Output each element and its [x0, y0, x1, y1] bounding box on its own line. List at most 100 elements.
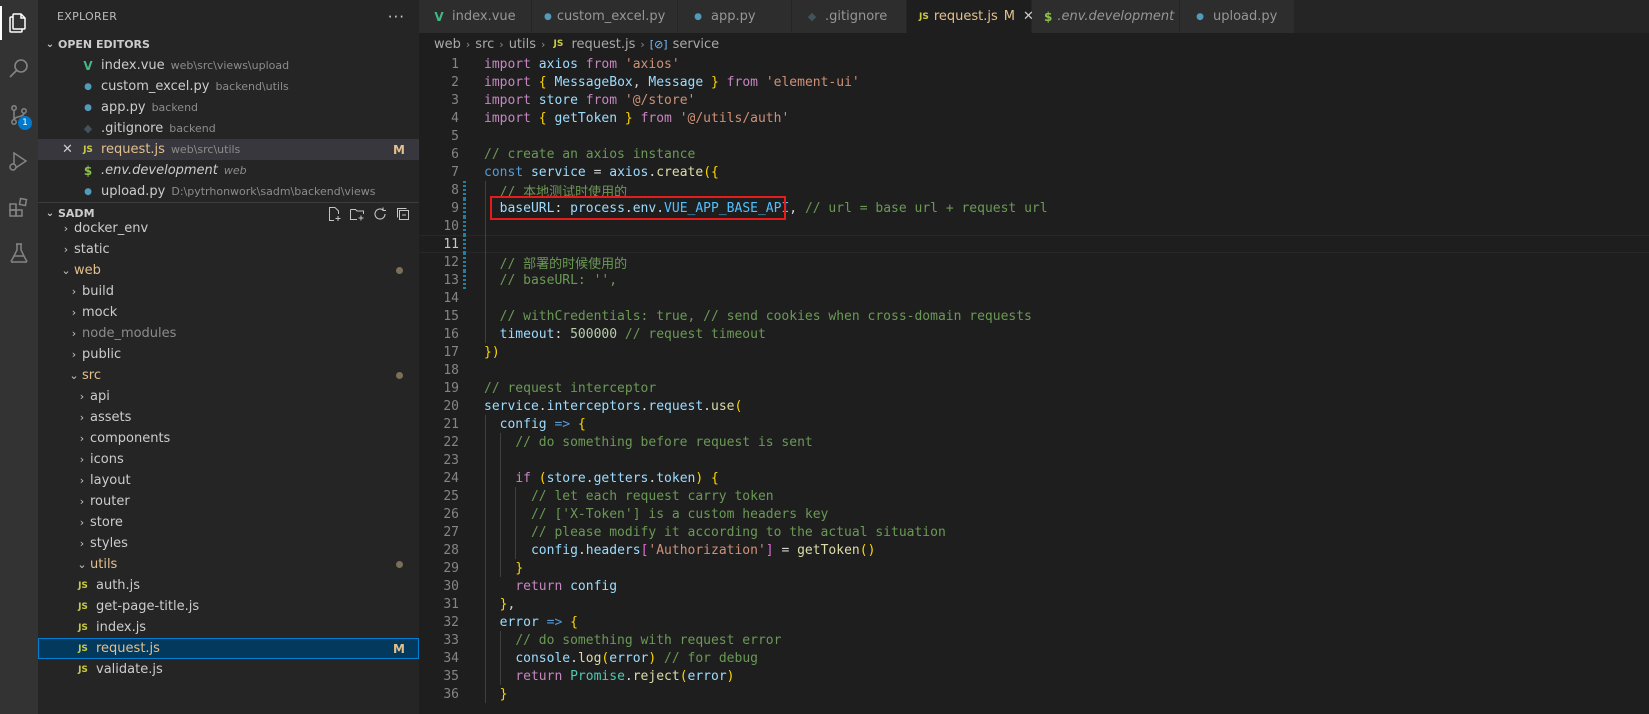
- open-editor-item[interactable]: ● upload.py D:\pytrhonwork\sadm\backend\…: [38, 181, 419, 202]
- tree-folder[interactable]: › assets: [38, 407, 419, 428]
- files-icon[interactable]: [0, 0, 38, 46]
- code-line[interactable]: 12 // 部署的时候使用的: [419, 253, 1649, 272]
- tab-request-js[interactable]: JS request.js M ✕: [907, 0, 1034, 33]
- open-editor-item[interactable]: ● custom_excel.py backend\utils: [38, 76, 419, 97]
- code-line[interactable]: 30 return config: [419, 577, 1649, 595]
- open-editors-header[interactable]: ⌄ OPEN EDITORS: [38, 33, 419, 55]
- code-line[interactable]: 4 import { getToken } from '@/utils/auth': [419, 109, 1649, 127]
- open-editor-item[interactable]: V index.vue web\src\views\upload: [38, 55, 419, 76]
- search-icon[interactable]: [0, 46, 38, 92]
- code-line[interactable]: 11: [419, 235, 1649, 253]
- tree-folder[interactable]: ⌄ utils: [38, 554, 419, 575]
- code-line[interactable]: 19 // request interceptor: [419, 379, 1649, 397]
- git-change-gutter[interactable]: [463, 235, 466, 253]
- chevron-right-icon: ›: [79, 474, 85, 487]
- tree-file[interactable]: JS get-page-title.js: [38, 596, 419, 617]
- code-line[interactable]: 7 const service = axios.create({: [419, 163, 1649, 181]
- git-change-gutter[interactable]: [463, 253, 466, 271]
- code-line[interactable]: 13 // baseURL: '',: [419, 271, 1649, 289]
- tab-label: index.vue: [452, 9, 516, 24]
- tree-folder[interactable]: › public: [38, 344, 419, 365]
- code-line[interactable]: 14: [419, 289, 1649, 307]
- git-change-gutter[interactable]: [463, 199, 466, 217]
- tree-folder[interactable]: › icons: [38, 449, 419, 470]
- code-line[interactable]: 2 import { MessageBox, Message } from 'el…: [419, 73, 1649, 91]
- code-line[interactable]: 28 config.headers['Authorization'] = get…: [419, 541, 1649, 559]
- open-editor-item-active[interactable]: ✕ JS request.js web\src\utils M: [38, 139, 419, 160]
- tree-folder[interactable]: › static: [38, 239, 419, 260]
- explorer-header: EXPLORER ···: [38, 0, 419, 33]
- code-line[interactable]: 6 // create an axios instance: [419, 145, 1649, 163]
- tab-custom-excel-py[interactable]: ● custom_excel.py: [532, 0, 678, 33]
- tree-folder[interactable]: › router: [38, 491, 419, 512]
- code-line[interactable]: 16 timeout: 500000 // request timeout: [419, 325, 1649, 343]
- code-line[interactable]: 27 // please modify it according to the …: [419, 523, 1649, 541]
- code-line[interactable]: 1 import axios from 'axios': [419, 55, 1649, 73]
- tree-file[interactable]: JS validate.js: [38, 659, 419, 680]
- code-line[interactable]: 35 return Promise.reject(error): [419, 667, 1649, 685]
- code-text: config => {: [499, 416, 586, 432]
- code-line[interactable]: 31 },: [419, 595, 1649, 613]
- code-line[interactable]: 34 console.log(error) // for debug: [419, 649, 1649, 667]
- vue-icon: V: [434, 9, 444, 24]
- code-line[interactable]: 17}): [419, 343, 1649, 361]
- code-line[interactable]: 15 // withCredentials: true, // send coo…: [419, 307, 1649, 325]
- code-line[interactable]: 5: [419, 127, 1649, 145]
- line-number: 4: [451, 110, 459, 126]
- open-editor-item[interactable]: $ .env.development web: [38, 160, 419, 181]
- git-change-gutter[interactable]: [463, 181, 466, 199]
- tree-folder[interactable]: ⌄ web: [38, 260, 419, 281]
- code-line[interactable]: 36 }: [419, 685, 1649, 703]
- source-control-icon[interactable]: 1: [0, 92, 38, 138]
- close-icon[interactable]: ✕: [62, 142, 73, 157]
- code-line[interactable]: 22 // do something before request is sen…: [419, 433, 1649, 451]
- testing-icon[interactable]: [0, 230, 38, 276]
- code-line[interactable]: 18: [419, 361, 1649, 379]
- breadcrumb-item[interactable]: utils: [509, 37, 536, 52]
- tab-env-development[interactable]: $ .env.development: [1032, 0, 1180, 33]
- tab-upload-py[interactable]: ● upload.py: [1180, 0, 1295, 33]
- breadcrumb-item[interactable]: service: [673, 37, 720, 52]
- tree-folder[interactable]: › components: [38, 428, 419, 449]
- breadcrumb-item[interactable]: web: [434, 37, 461, 52]
- tab-index-vue[interactable]: Vindex.vue: [419, 0, 532, 33]
- run-debug-icon[interactable]: [0, 138, 38, 184]
- code-line[interactable]: 32 error => {: [419, 613, 1649, 631]
- git-change-gutter[interactable]: [463, 217, 466, 235]
- git-change-gutter[interactable]: [463, 271, 466, 289]
- code-line[interactable]: 33 // do something with request error: [419, 631, 1649, 649]
- code-line[interactable]: 29 }: [419, 559, 1649, 577]
- code-line[interactable]: 3 import store from '@/store': [419, 91, 1649, 109]
- tree-folder[interactable]: › build: [38, 281, 419, 302]
- code-line[interactable]: 26 // ['X-Token'] is a custom headers ke…: [419, 505, 1649, 523]
- extensions-icon[interactable]: [0, 184, 38, 230]
- code-line[interactable]: 20 service.interceptors.request.use(: [419, 397, 1649, 415]
- tree-folder[interactable]: › node_modules: [38, 323, 419, 344]
- code-line[interactable]: 25 // let each request carry token: [419, 487, 1649, 505]
- tree-file[interactable]: JS index.js: [38, 617, 419, 638]
- code-line[interactable]: 21 config => {: [419, 415, 1649, 433]
- tree-folder[interactable]: ⌄ src: [38, 365, 419, 386]
- line-number: 19: [443, 380, 459, 396]
- tree-folder[interactable]: › api: [38, 386, 419, 407]
- tree-folder[interactable]: › styles: [38, 533, 419, 554]
- indent-guide: [515, 487, 516, 559]
- tab-gitignore[interactable]: ◆ .gitignore: [792, 0, 907, 33]
- tree-folder[interactable]: › layout: [38, 470, 419, 491]
- more-actions-icon[interactable]: ···: [388, 8, 405, 26]
- tab-app-py[interactable]: ● app.py: [678, 0, 792, 33]
- open-editor-item[interactable]: ● app.py backend: [38, 97, 419, 118]
- breadcrumb-item[interactable]: src: [475, 37, 494, 52]
- tree-folder[interactable]: › docker_env: [38, 218, 419, 239]
- code-line[interactable]: 24 if (store.getters.token) {: [419, 469, 1649, 487]
- tree-file-selected[interactable]: JS request.js M: [38, 638, 419, 659]
- code-line[interactable]: 23: [419, 451, 1649, 469]
- code-editor[interactable]: 1 import axios from 'axios' 2 import { Mess…: [419, 55, 1649, 714]
- tree-folder[interactable]: › store: [38, 512, 419, 533]
- open-editor-item[interactable]: ◆ .gitignore backend: [38, 118, 419, 139]
- code-text: service.interceptors.request.use(: [484, 398, 743, 414]
- open-editor-path: web: [223, 164, 247, 177]
- tree-file[interactable]: JS auth.js: [38, 575, 419, 596]
- tree-folder[interactable]: › mock: [38, 302, 419, 323]
- breadcrumb-item[interactable]: request.js: [571, 37, 635, 52]
